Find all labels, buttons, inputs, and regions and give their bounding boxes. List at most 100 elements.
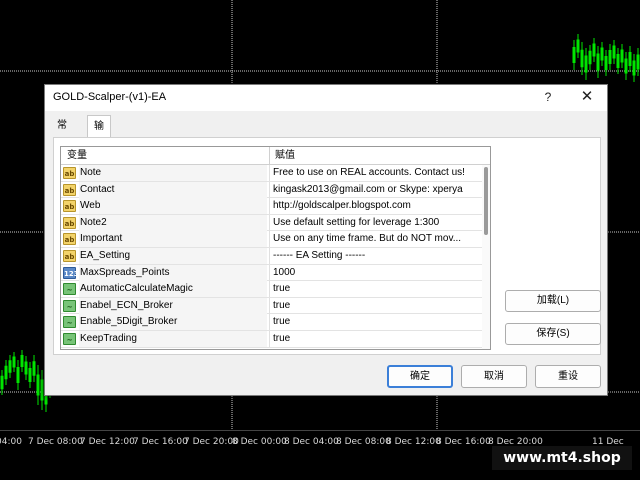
param-name: Web (79, 198, 267, 215)
time-axis-label: 8 Dec 04:00 (284, 437, 339, 447)
tab-common[interactable]: 常用 (53, 115, 71, 153)
table-row[interactable]: ab Web http://goldscalper.blogspot.com (61, 198, 483, 215)
cell-divider (269, 314, 270, 331)
table-row[interactable]: ab Note2 Use default setting for leverage … (61, 214, 483, 232)
candle-body (620, 49, 624, 63)
param-value[interactable]: true (273, 281, 481, 297)
candle-body (596, 53, 600, 71)
candle-body (16, 367, 20, 383)
cell-divider (269, 297, 270, 314)
param-value[interactable]: true (273, 331, 481, 347)
table-row[interactable]: 123 MaxSpreads_Points 1000 (61, 264, 483, 282)
param-value[interactable]: Free to use on REAL accounts. Contact us… (273, 165, 481, 181)
title-bar[interactable]: GOLD-Scalper-(v1)-EA ? ✕ (45, 85, 607, 111)
cell-divider (269, 330, 270, 347)
param-name: Enabel_ECN_Broker (79, 297, 267, 314)
candle-body (636, 54, 640, 70)
candle-body (632, 60, 636, 76)
cancel-button[interactable]: 取消 (461, 365, 527, 388)
close-icon[interactable]: ✕ (579, 88, 595, 106)
param-name: Note (79, 165, 267, 181)
table-row[interactable]: ab Contact kingask2013@gmail.com or Skype:… (61, 181, 483, 199)
candle-body (12, 356, 16, 368)
candle-body (0, 375, 4, 390)
time-axis-label: 8 Dec 16:00 (436, 437, 491, 447)
param-value[interactable]: Use on any time frame. But do NOT mov... (273, 231, 481, 247)
string-param-icon: ab (63, 183, 76, 196)
help-icon[interactable]: ? (541, 89, 555, 105)
param-value[interactable]: ------ EA Setting ------ (273, 248, 481, 264)
candle-body (588, 50, 592, 65)
bool-param-icon: ~ (63, 299, 76, 312)
time-axis-label: 7 Dec 20:00 (184, 437, 239, 447)
param-value[interactable]: Use default setting for leverage 1:300 (273, 215, 481, 231)
param-name: AutomaticCalculateMagic (79, 281, 267, 298)
param-value[interactable]: http://goldscalper.blogspot.com (273, 198, 481, 214)
vertical-scrollbar[interactable] (482, 165, 490, 349)
dialog-title: GOLD-Scalper-(v1)-EA (53, 91, 167, 103)
candle-body (28, 368, 32, 382)
table-row[interactable]: ~ Enable_5Digit_Broker true (61, 314, 483, 331)
table-row[interactable]: ~ Enabel_ECN_Broker true (61, 297, 483, 315)
ea-properties-dialog: GOLD-Scalper-(v1)-EA ? ✕ 常用 输入参数 变量 赋值 a… (44, 84, 608, 396)
cell-divider (269, 214, 270, 231)
table-row[interactable]: ~ KeepTrading true (61, 330, 483, 348)
param-name: Contact (79, 181, 267, 198)
parameters-table: 变量 赋值 ab Note Free to use on REAL accounts… (60, 146, 491, 350)
table-row[interactable]: ~ AutomaticCalculateMagic true (61, 281, 483, 298)
bool-param-icon: ~ (63, 332, 76, 345)
param-name: Note2 (79, 214, 267, 231)
table-row[interactable]: ab Note Free to use on REAL accounts. Cont… (61, 165, 483, 182)
watermark: www.mt4.shop (492, 446, 632, 470)
tab-input-parameters[interactable]: 输入参数 (87, 115, 111, 198)
cell-divider (269, 165, 270, 181)
load-button[interactable]: 加载(L) (505, 290, 601, 312)
candle-body (584, 55, 588, 73)
column-divider[interactable] (269, 147, 270, 165)
column-header-value[interactable]: 赋值 (275, 147, 295, 165)
candle-body (4, 365, 8, 380)
reset-button[interactable]: 重设 (535, 365, 601, 388)
candle-body (612, 45, 616, 59)
ok-button[interactable]: 确定 (387, 365, 453, 388)
param-name: EA_Setting (79, 247, 267, 264)
bool-param-icon: ~ (63, 316, 76, 329)
time-axis-label: 7 Dec 16:00 (133, 437, 188, 447)
time-axis-label: 8 Dec 08:00 (336, 437, 391, 447)
candle-body (32, 361, 36, 376)
cell-divider (269, 281, 270, 298)
scrollbar-thumb[interactable] (484, 167, 488, 235)
param-name: Enable_5Digit_Broker (79, 314, 267, 331)
candle-body (592, 43, 596, 57)
time-axis-label: 8 Dec 12:00 (386, 437, 441, 447)
candle-body (624, 58, 628, 74)
table-row[interactable]: ab Important Use on any time frame. But do… (61, 231, 483, 248)
cell-divider (269, 247, 270, 264)
cell-divider (269, 198, 270, 215)
table-rows: ab Note Free to use on REAL accounts. Cont… (61, 165, 483, 348)
table-row[interactable]: ab EA_Setting ------ EA Setting ------ (61, 247, 483, 265)
save-button[interactable]: 保存(S) (505, 323, 601, 345)
candle-body (8, 360, 12, 373)
candle-body (20, 355, 24, 367)
candle-body (36, 374, 40, 396)
param-value[interactable]: true (273, 314, 481, 330)
candle-body (24, 361, 28, 375)
candle-body (580, 49, 584, 68)
param-value[interactable]: kingask2013@gmail.com or Skype: xperya (273, 182, 481, 198)
param-value[interactable]: 1000 (273, 265, 481, 281)
string-param-icon: ab (63, 249, 76, 262)
candle-body (604, 56, 608, 70)
string-param-icon: ab (63, 233, 76, 246)
candle-body (616, 54, 620, 68)
time-axis-label: 7 Dec 08:00 (28, 437, 83, 447)
cell-divider (269, 231, 270, 248)
candle-body (600, 47, 604, 61)
time-axis-label: 04:00 (0, 437, 22, 447)
param-value[interactable]: true (273, 298, 481, 314)
param-name: KeepTrading (79, 330, 267, 347)
table-header: 变量 赋值 (61, 147, 490, 165)
string-param-icon: ab (63, 216, 76, 229)
inputs-panel: 变量 赋值 ab Note Free to use on REAL accounts… (53, 137, 601, 355)
column-header-variable[interactable]: 变量 (67, 147, 87, 165)
